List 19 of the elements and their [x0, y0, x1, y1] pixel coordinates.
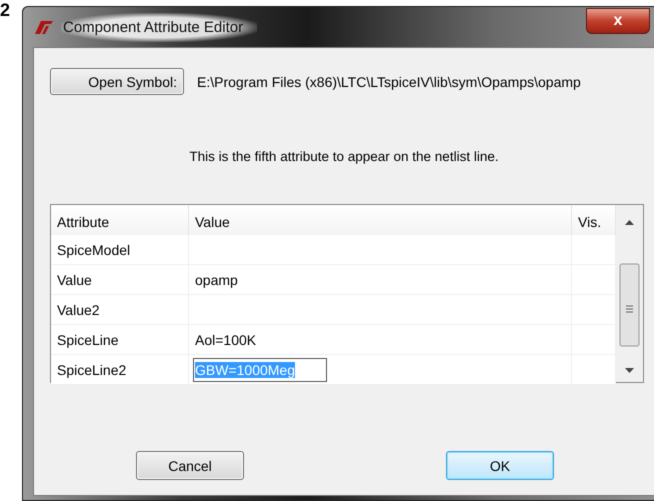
- ok-button[interactable]: OK: [446, 451, 554, 480]
- description-text: This is the fifth attribute to appear on the netlist line.: [189, 149, 499, 164]
- table-row[interactable]: Value opamp: [51, 265, 616, 295]
- table-row[interactable]: SpiceModel: [51, 235, 616, 265]
- table-row[interactable]: SpiceLine2 GBW=1000Meg: [51, 355, 616, 385]
- page-number: 2: [0, 0, 12, 20]
- table-row[interactable]: Value2: [51, 295, 616, 325]
- column-header[interactable]: Vis.: [572, 205, 616, 238]
- app-logo-icon: [33, 19, 55, 35]
- table-row[interactable]: SpiceLine Aol=100K: [51, 325, 616, 355]
- close-button[interactable]: x: [586, 8, 650, 34]
- cancel-button[interactable]: Cancel: [136, 451, 244, 480]
- symbol-path: E:\Program Files (x86)\LTC\LTspiceIV\lib\sym\Opamps\opamp: [197, 74, 581, 90]
- column-header[interactable]: Attribute: [51, 205, 189, 238]
- table-cell: SpiceLine2: [51, 355, 189, 385]
- column-header[interactable]: Value: [189, 205, 572, 238]
- window-title: Component Attribute Editor: [61, 12, 258, 42]
- open-symbol-button[interactable]: Open Symbol:: [50, 68, 184, 95]
- scrollbar[interactable]: [616, 205, 643, 382]
